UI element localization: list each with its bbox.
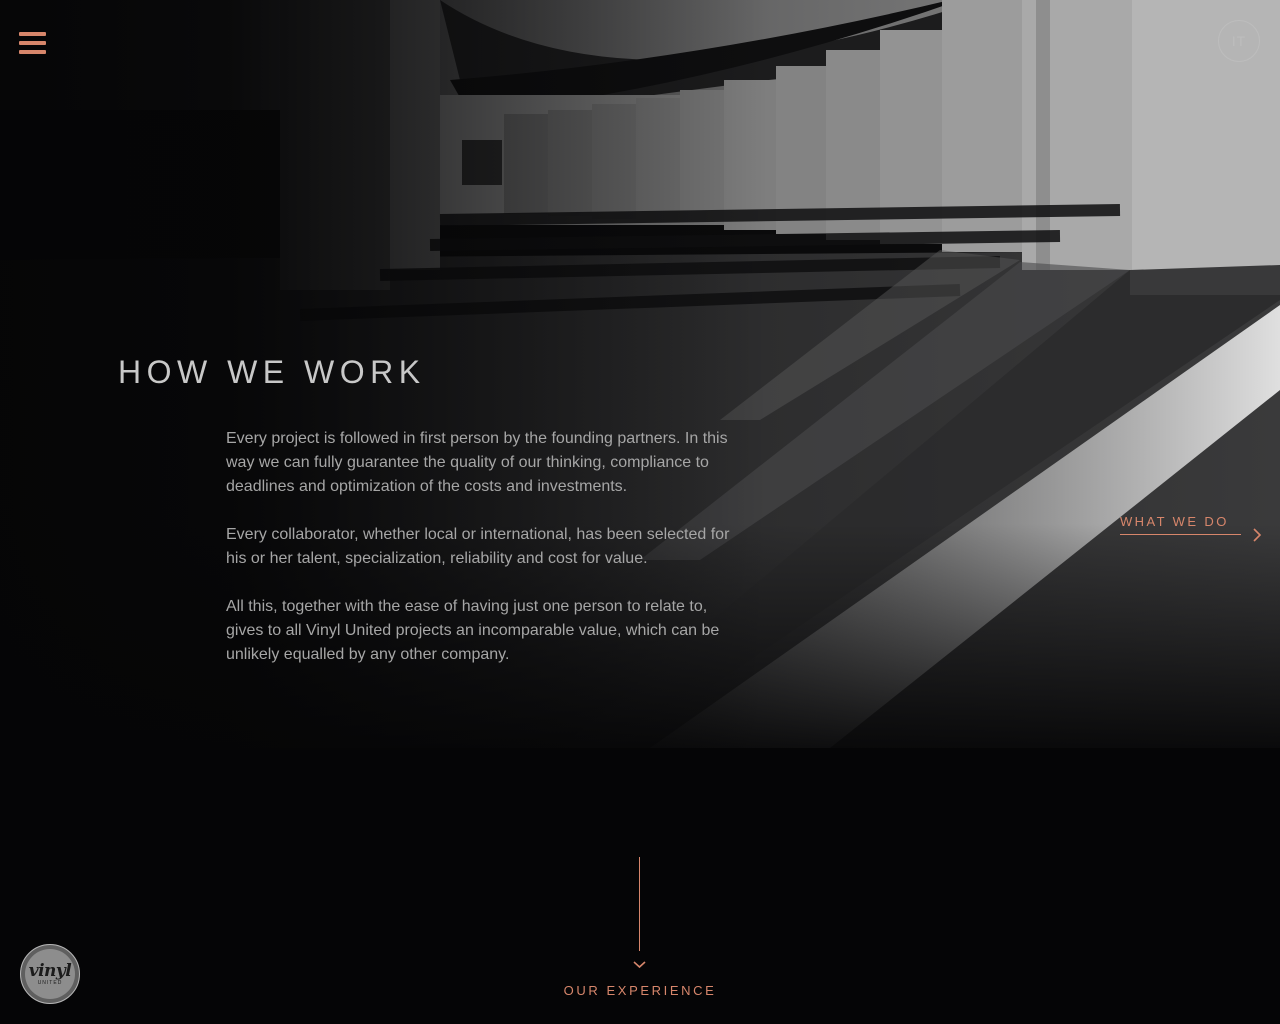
language-switch-button[interactable]: IT [1218, 20, 1260, 62]
paragraph: Every collaborator, whether local or int… [226, 526, 730, 567]
section-body: Every project is followed in first perso… [226, 427, 746, 691]
menu-bar [19, 41, 46, 45]
paragraph: Every project is followed in first perso… [226, 430, 728, 495]
what-we-do-label: WHAT WE DO [1120, 514, 1229, 529]
page-title: HOW WE WORK [118, 354, 426, 390]
menu-bar [19, 50, 46, 54]
chevron-right-icon[interactable] [1252, 527, 1262, 543]
paragraph: All this, together with the ease of havi… [226, 598, 720, 663]
logo-sub: UNITED [37, 979, 63, 986]
language-label: IT [1231, 33, 1247, 49]
chevron-down-icon[interactable] [632, 960, 647, 970]
link-underline [1120, 534, 1241, 535]
what-we-do-link[interactable]: WHAT WE DO [1120, 514, 1260, 538]
menu-bar [19, 32, 46, 36]
vinyl-united-logo[interactable]: vinyl UNITED [20, 944, 80, 1004]
scroll-indicator-line [639, 857, 640, 951]
logo-word: vinyl [28, 960, 72, 981]
hamburger-menu-icon[interactable] [19, 32, 46, 56]
our-experience-link[interactable]: OUR EXPERIENCE [560, 983, 720, 998]
